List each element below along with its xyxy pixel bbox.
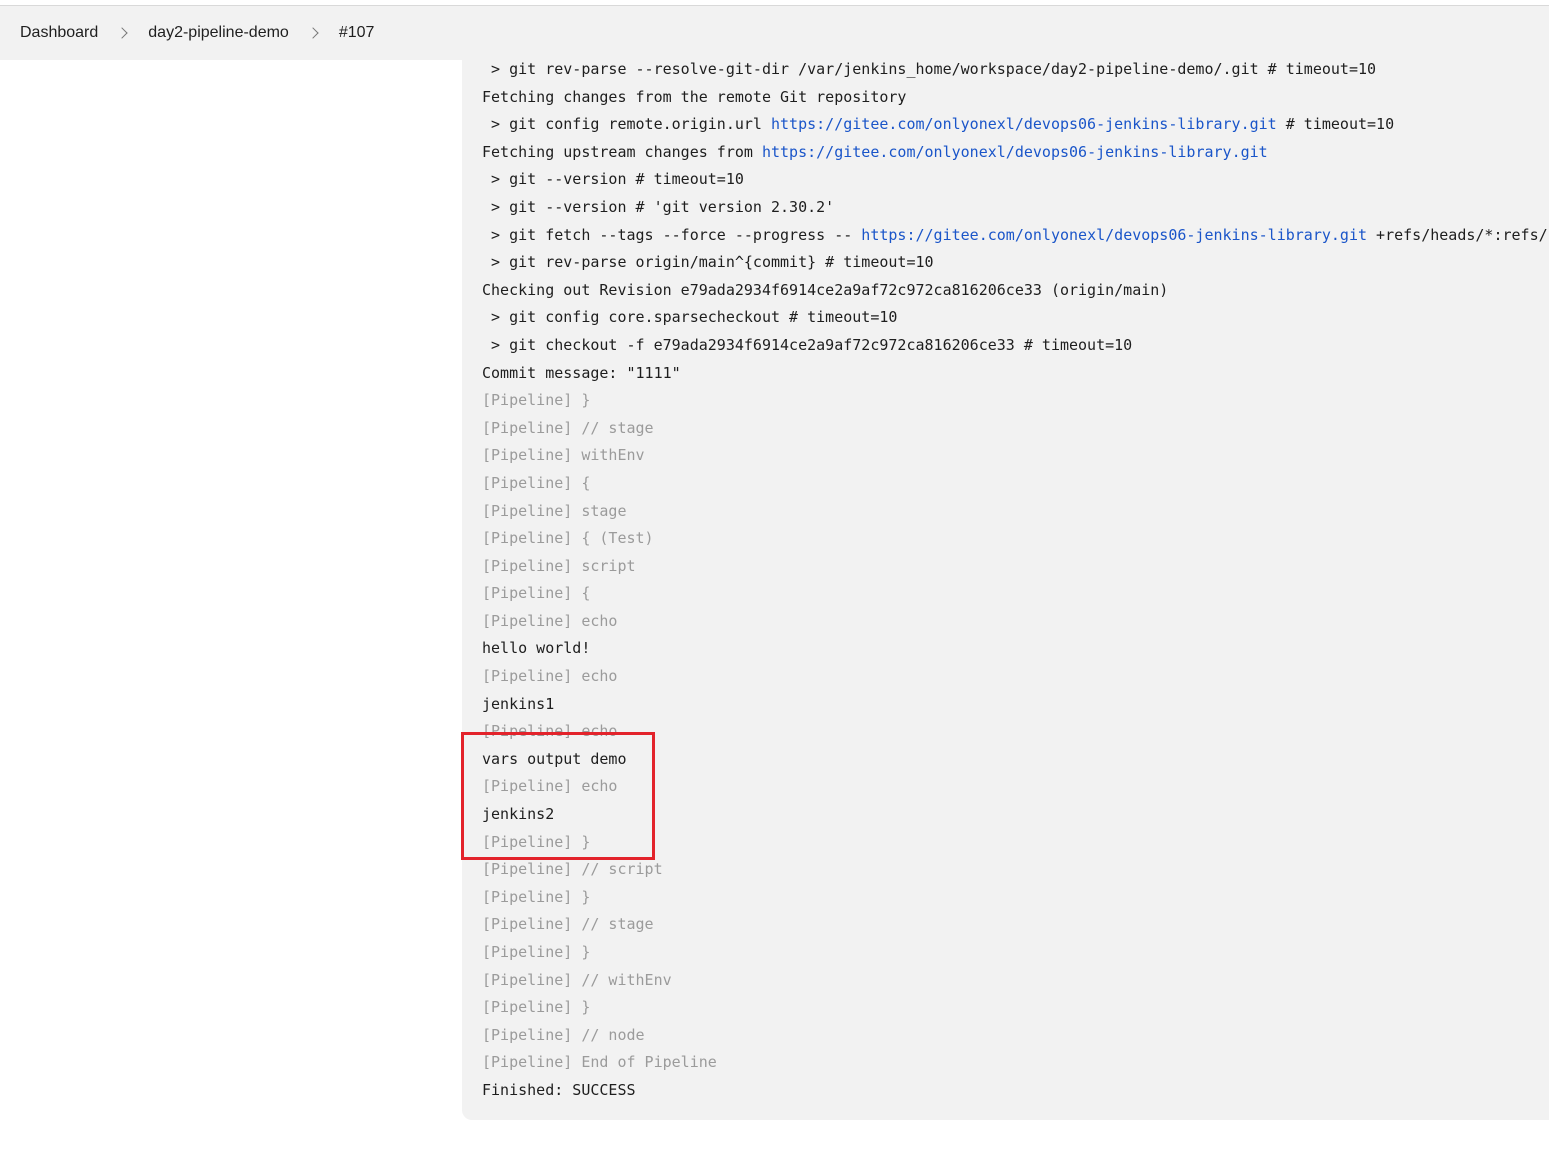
console-text: [Pipeline] echo — [482, 667, 618, 686]
console-line-pipeline: [Pipeline] echo — [482, 663, 1549, 691]
console-line-pipeline: [Pipeline] } — [482, 829, 1549, 857]
console-text: hello world! — [482, 639, 591, 658]
breadcrumb: Dashboard day2-pipeline-demo #107 — [0, 6, 1549, 60]
console-line: Checking out Revision e79ada2934f6914ce2… — [482, 277, 1549, 305]
breadcrumb-build[interactable]: #107 — [339, 24, 375, 42]
console-text: [Pipeline] // stage — [482, 915, 654, 934]
console-line: jenkins1 — [482, 691, 1549, 719]
console-text: [Pipeline] script — [482, 556, 636, 575]
console-text: +refs/heads/*:refs/re — [1367, 225, 1549, 244]
console-line-pipeline: [Pipeline] echo — [482, 718, 1549, 746]
console-text: [Pipeline] End of Pipeline — [482, 1053, 717, 1072]
chevron-right-icon[interactable] — [309, 26, 319, 40]
console-text: > git config remote.origin.url — [482, 115, 771, 134]
console-line: hello world! — [482, 635, 1549, 663]
console-line: > git --version # timeout=10 — [482, 166, 1549, 194]
repo-link[interactable]: https://gitee.com/onlyonexl/devops06-jen… — [762, 143, 1268, 161]
console-text: vars output demo — [482, 749, 627, 768]
console-text: jenkins2 — [482, 805, 555, 824]
console-text: Checking out Revision e79ada2934f6914ce2… — [482, 280, 1169, 299]
console-text: [Pipeline] } — [482, 887, 591, 906]
console-text: Commit message: "1111" — [482, 363, 681, 382]
console-text: [Pipeline] // withEnv — [482, 970, 672, 989]
console-line: jenkins2 — [482, 801, 1549, 829]
console-text: Finished: SUCCESS — [482, 1080, 636, 1099]
console-line-pipeline: [Pipeline] // withEnv — [482, 967, 1549, 995]
console-line-pipeline: [Pipeline] echo — [482, 608, 1549, 636]
console-text: [Pipeline] { — [482, 473, 591, 492]
console-line: Fetching upstream changes from https://g… — [482, 139, 1549, 167]
console-line: > git fetch --tags --force --progress --… — [482, 222, 1549, 250]
console-text: # timeout=10 — [1276, 115, 1395, 134]
console-text: [Pipeline] { (Test) — [482, 529, 654, 548]
console-line-pipeline: [Pipeline] // script — [482, 856, 1549, 884]
repo-link[interactable]: https://gitee.com/onlyonexl/devops06-jen… — [771, 115, 1277, 133]
breadcrumb-dashboard[interactable]: Dashboard — [20, 24, 98, 42]
console-line: > git --version # 'git version 2.30.2' — [482, 194, 1549, 222]
console-text: [Pipeline] echo — [482, 722, 618, 741]
console-line-pipeline: [Pipeline] echo — [482, 773, 1549, 801]
console-output: > git rev-parse --resolve-git-dir /var/j… — [462, 60, 1549, 1120]
console-text: > git --version # timeout=10 — [482, 170, 744, 189]
console-line: Fetching changes from the remote Git rep… — [482, 84, 1549, 112]
console-text: [Pipeline] // node — [482, 1025, 645, 1044]
console-text: jenkins1 — [482, 694, 555, 713]
console-text: [Pipeline] } — [482, 998, 591, 1017]
console-text: [Pipeline] stage — [482, 501, 627, 520]
sidebar — [0, 60, 462, 1158]
console-text: > git fetch --tags --force --progress -- — [482, 225, 862, 244]
console-line-pipeline: [Pipeline] { — [482, 470, 1549, 498]
console-line-pipeline: [Pipeline] { — [482, 580, 1549, 608]
console-line-pipeline: [Pipeline] } — [482, 994, 1549, 1022]
chevron-right-icon[interactable] — [118, 26, 128, 40]
console-line-pipeline: [Pipeline] } — [482, 939, 1549, 967]
console-line-pipeline: [Pipeline] stage — [482, 498, 1549, 526]
console-text: [Pipeline] } — [482, 832, 591, 851]
breadcrumb-job[interactable]: day2-pipeline-demo — [148, 24, 289, 42]
console-line-pipeline: [Pipeline] { (Test) — [482, 525, 1549, 553]
console-line-pipeline: [Pipeline] // node — [482, 1022, 1549, 1050]
console-line-pipeline: [Pipeline] } — [482, 884, 1549, 912]
console-line-pipeline: [Pipeline] // stage — [482, 415, 1549, 443]
console-text: [Pipeline] } — [482, 391, 591, 410]
console-text: [Pipeline] echo — [482, 611, 618, 630]
console-line: > git rev-parse origin/main^{commit} # t… — [482, 249, 1549, 277]
console-text: [Pipeline] echo — [482, 777, 618, 796]
console-text: [Pipeline] { — [482, 584, 591, 603]
console-line: > git rev-parse --resolve-git-dir /var/j… — [482, 60, 1549, 84]
console-text: > git rev-parse --resolve-git-dir /var/j… — [482, 60, 1377, 78]
console-text: Fetching upstream changes from — [482, 142, 762, 161]
console-lines: > git rev-parse --resolve-git-dir /var/j… — [482, 60, 1549, 1105]
console-text: [Pipeline] // stage — [482, 418, 654, 437]
console-line-pipeline: [Pipeline] script — [482, 553, 1549, 581]
console-text: > git rev-parse origin/main^{commit} # t… — [482, 253, 934, 272]
console-text: Fetching changes from the remote Git rep… — [482, 87, 907, 106]
console-line: > git config core.sparsecheckout # timeo… — [482, 304, 1549, 332]
console-line-pipeline: [Pipeline] withEnv — [482, 442, 1549, 470]
console-text: [Pipeline] withEnv — [482, 446, 645, 465]
console-line: Finished: SUCCESS — [482, 1077, 1549, 1105]
console-line: Commit message: "1111" — [482, 360, 1549, 388]
console-line: > git checkout -f e79ada2934f6914ce2a9af… — [482, 332, 1549, 360]
console-text: [Pipeline] } — [482, 943, 591, 961]
console-line: vars output demo — [482, 746, 1549, 774]
console-line-pipeline: [Pipeline] } — [482, 387, 1549, 415]
console-text: > git --version # 'git version 2.30.2' — [482, 197, 835, 216]
console-line-pipeline: [Pipeline] // stage — [482, 911, 1549, 939]
console-line-pipeline: [Pipeline] End of Pipeline — [482, 1049, 1549, 1077]
console-text: [Pipeline] // script — [482, 860, 663, 879]
console-line: > git config remote.origin.url https://g… — [482, 111, 1549, 139]
console-text: > git checkout -f e79ada2934f6914ce2a9af… — [482, 335, 1133, 354]
console-text: > git config core.sparsecheckout # timeo… — [482, 308, 898, 327]
repo-link[interactable]: https://gitee.com/onlyonexl/devops06-jen… — [861, 226, 1367, 244]
